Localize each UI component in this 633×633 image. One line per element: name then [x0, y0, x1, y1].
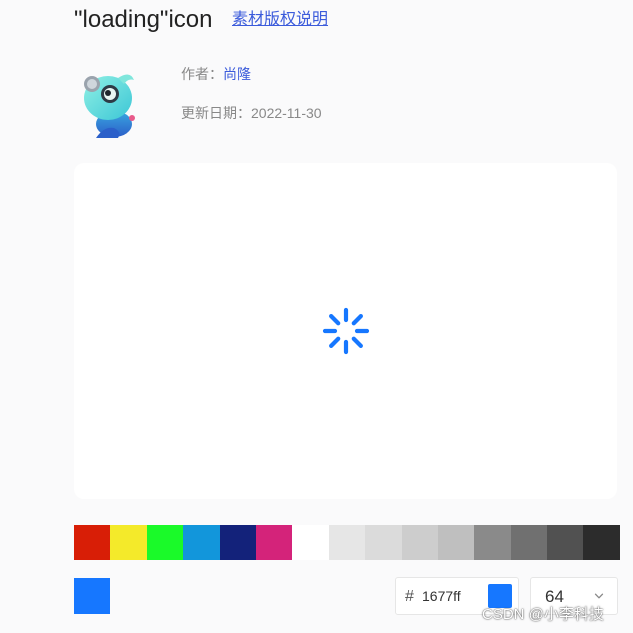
palette-swatch[interactable] [547, 525, 584, 560]
watermark: CSDN @小李科技 [482, 606, 604, 623]
icon-size-value: 64 [545, 587, 564, 606]
author-link[interactable]: 尚隆 [223, 66, 251, 82]
update-date-row: 更新日期：2022-11-30 [181, 104, 322, 122]
palette-swatch[interactable] [219, 525, 256, 560]
palette-swatch[interactable] [474, 525, 511, 560]
spinner-segment [329, 336, 341, 348]
author-row: 作者：尚隆 [181, 65, 251, 83]
color-palette [74, 525, 620, 560]
palette-swatch[interactable] [510, 525, 548, 560]
chevron-down-icon [594, 593, 604, 599]
current-color-swatch[interactable] [74, 578, 110, 614]
page-title: "loading"icon [74, 6, 213, 33]
palette-swatch[interactable] [437, 525, 475, 560]
palette-swatch[interactable] [292, 525, 329, 560]
update-date-value: 2022-11-30 [251, 105, 322, 121]
icon-detail-page: "loading"icon 素材版权说明 作者：尚隆 更新日期：2022-11-… [0, 0, 633, 633]
author-label: 作者： [181, 66, 223, 82]
palette-swatch[interactable] [183, 525, 220, 560]
hash-symbol: # [405, 588, 414, 605]
color-picker-swatch[interactable] [488, 584, 512, 608]
hex-color-input[interactable] [422, 587, 482, 605]
icon-preview-area [74, 163, 617, 499]
palette-swatch[interactable] [110, 525, 147, 560]
spinner-segment [351, 336, 363, 348]
palette-swatch[interactable] [583, 525, 620, 560]
palette-swatch[interactable] [146, 525, 184, 560]
spinner-segment [329, 314, 341, 326]
license-link[interactable]: 素材版权说明 [232, 10, 328, 30]
palette-swatch[interactable] [401, 525, 438, 560]
palette-swatch[interactable] [255, 525, 293, 560]
loading-spinner-icon [322, 307, 370, 355]
palette-swatch[interactable] [365, 525, 402, 560]
avatar [78, 66, 146, 140]
update-date-label: 更新日期： [181, 105, 251, 121]
spinner-segment [351, 314, 363, 326]
palette-swatch[interactable] [328, 525, 366, 560]
palette-swatch[interactable] [74, 525, 111, 560]
chameleon-avatar-icon [84, 74, 135, 138]
